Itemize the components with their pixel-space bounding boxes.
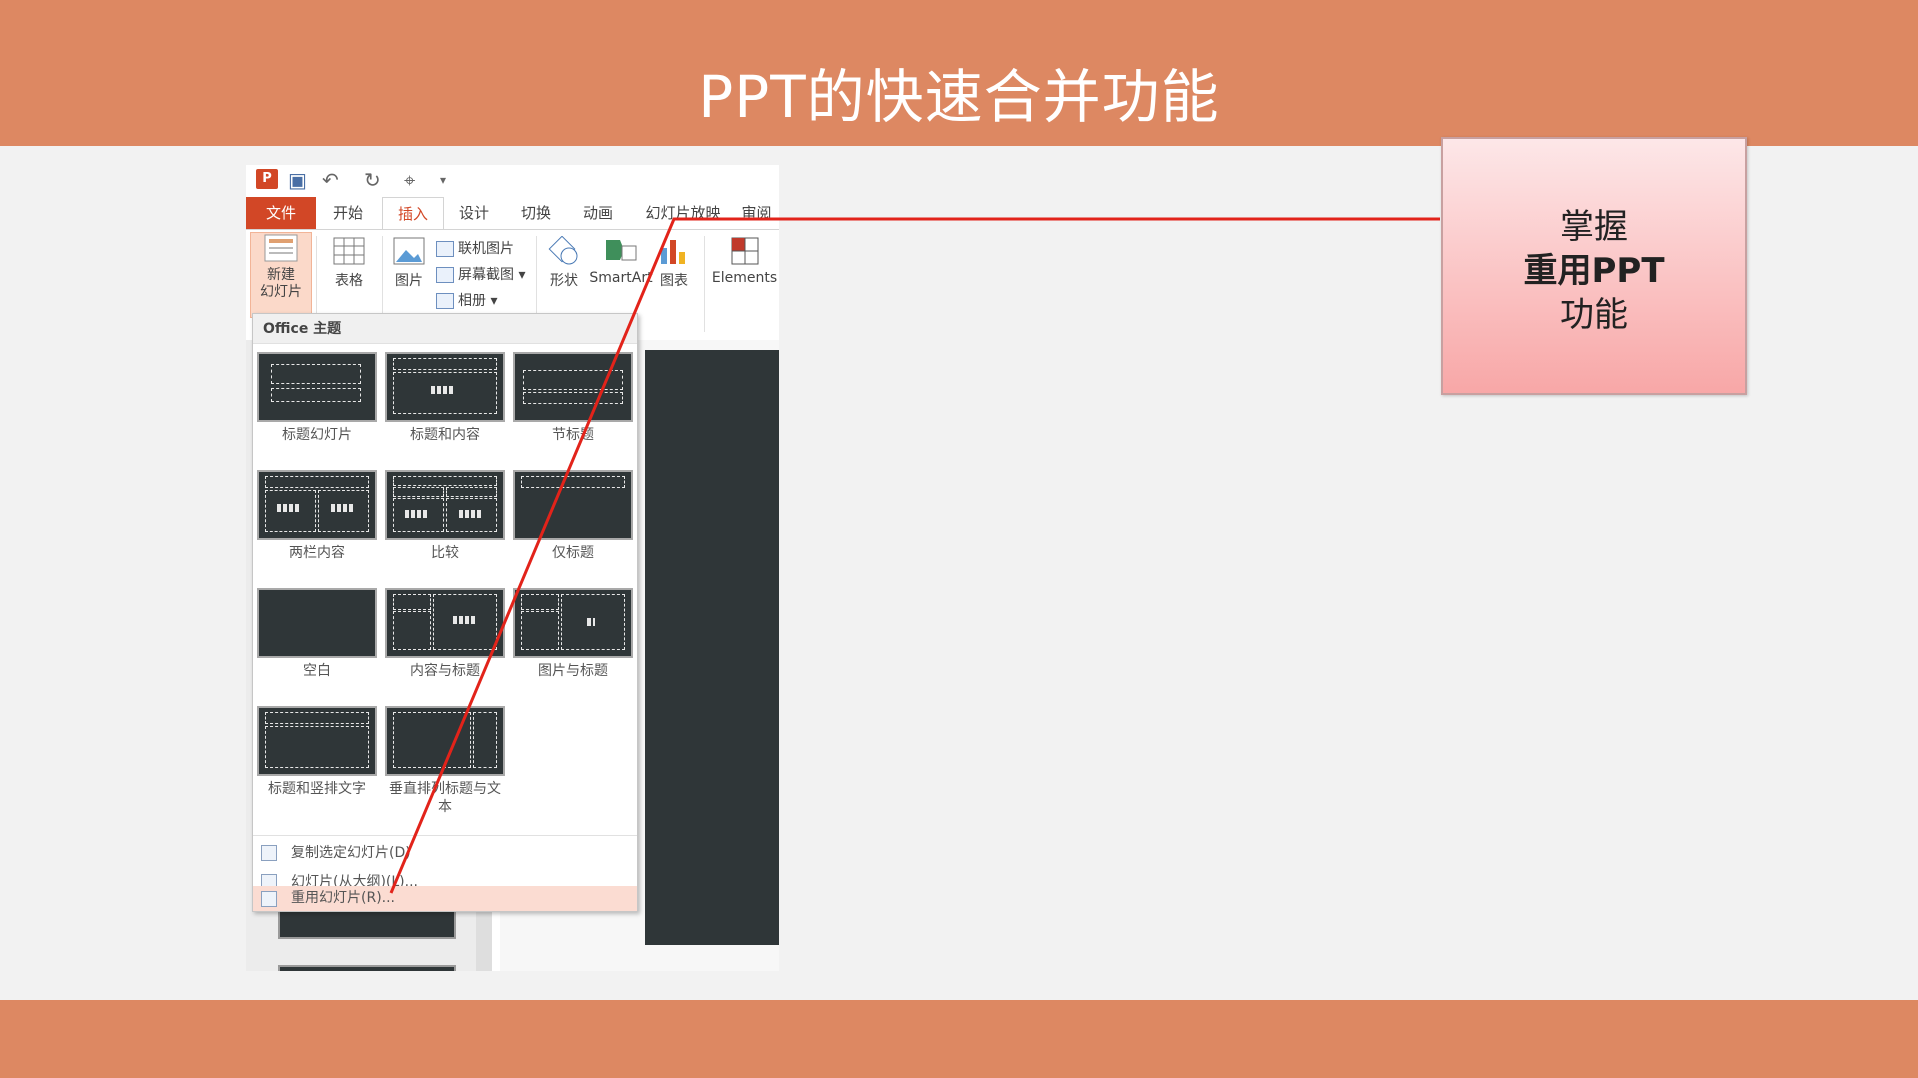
- callout-line3: 功能: [1560, 295, 1628, 335]
- callout-line1: 掌握: [1560, 207, 1628, 247]
- callout-line2: 重用PPT: [1523, 251, 1665, 291]
- callout-box: 掌握 重用PPT 功能: [1441, 137, 1747, 395]
